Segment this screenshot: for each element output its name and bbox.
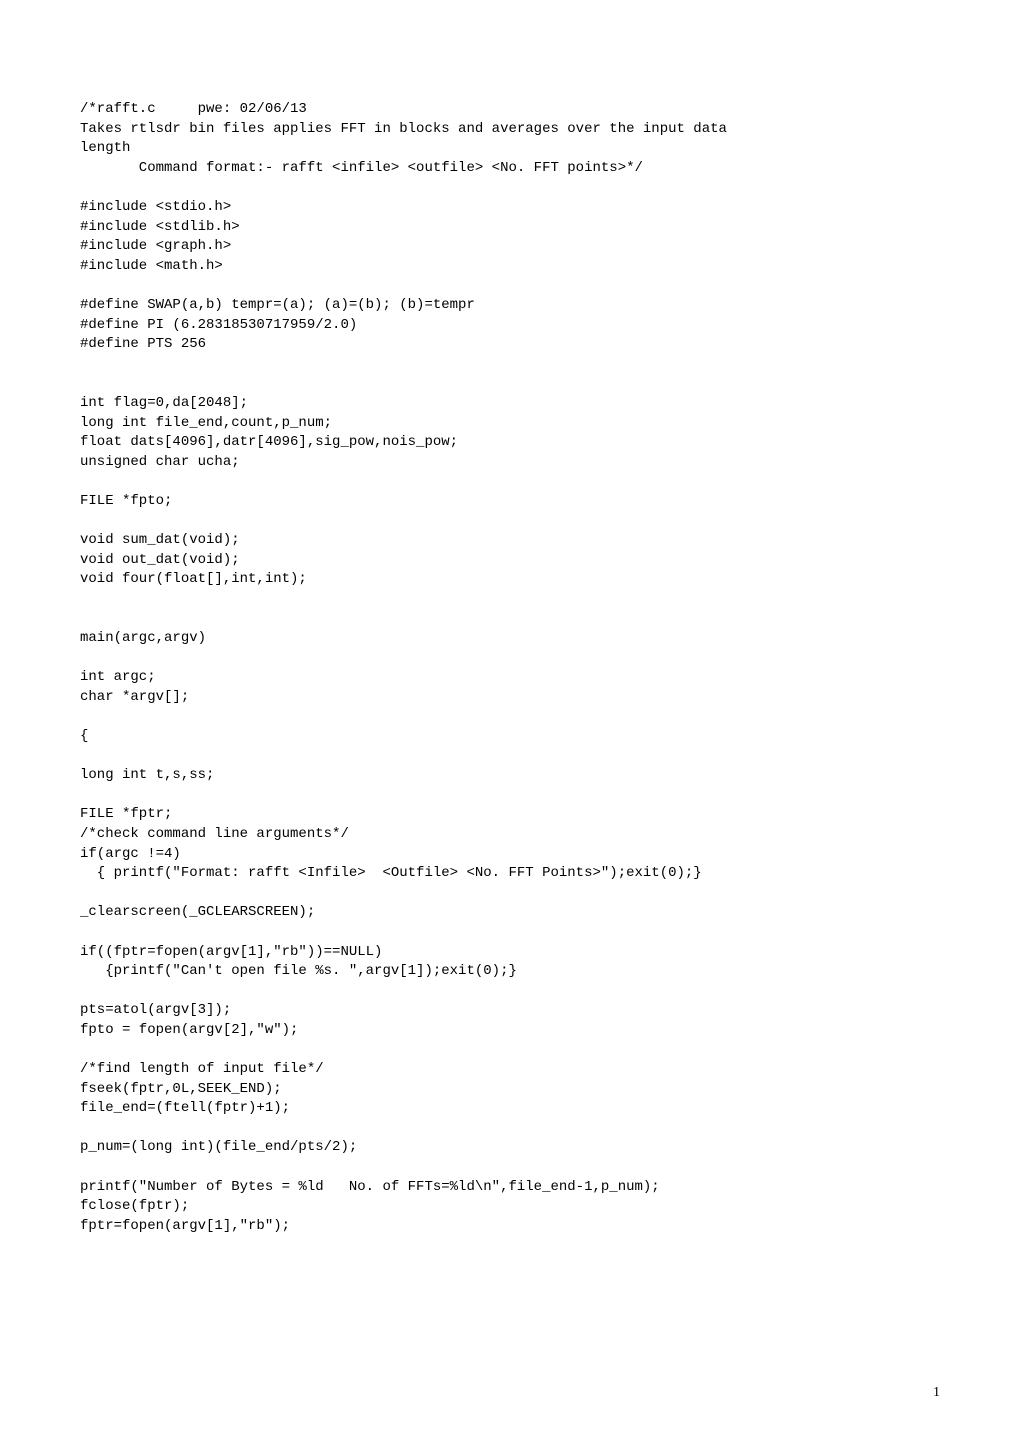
code-line: Takes rtlsdr bin files applies FFT in bl… — [80, 121, 727, 137]
document-page: /*rafft.c pwe: 02/06/13 Takes rtlsdr bin… — [0, 0, 1020, 1443]
code-line: long int file_end,count,p_num; — [80, 415, 332, 431]
code-line: p_num=(long int)(file_end/pts/2); — [80, 1139, 357, 1155]
code-line: /*rafft.c pwe: 02/06/13 — [80, 101, 307, 117]
code-line: { printf("Format: rafft <Infile> <Outfil… — [80, 865, 702, 881]
code-line: FILE *fpto; — [80, 493, 172, 509]
code-line: int argc; — [80, 669, 156, 685]
code-line: void four(float[],int,int); — [80, 571, 307, 587]
code-line: unsigned char ucha; — [80, 454, 240, 470]
code-line: #include <stdlib.h> — [80, 219, 240, 235]
code-line: { — [80, 728, 88, 744]
code-line: Command format:- rafft <infile> <outfile… — [80, 160, 643, 176]
code-line: long int t,s,ss; — [80, 767, 214, 783]
code-line: #define PTS 256 — [80, 336, 206, 352]
code-line: FILE *fptr; — [80, 806, 172, 822]
code-line: fpto = fopen(argv[2],"w"); — [80, 1022, 298, 1038]
page-number: 1 — [933, 1383, 940, 1403]
code-line: #include <graph.h> — [80, 238, 231, 254]
code-line: /*check command line arguments*/ — [80, 826, 349, 842]
code-line: /*find length of input file*/ — [80, 1061, 324, 1077]
code-line: printf("Number of Bytes = %ld No. of FFT… — [80, 1179, 660, 1195]
code-line: _clearscreen(_GCLEARSCREEN); — [80, 904, 315, 920]
code-line: main(argc,argv) — [80, 630, 206, 646]
code-line: #include <math.h> — [80, 258, 223, 274]
code-line: char *argv[]; — [80, 689, 189, 705]
code-line: {printf("Can't open file %s. ",argv[1]);… — [80, 963, 517, 979]
code-line: int flag=0,da[2048]; — [80, 395, 248, 411]
code-line: void out_dat(void); — [80, 552, 240, 568]
code-content: /*rafft.c pwe: 02/06/13 Takes rtlsdr bin… — [80, 100, 940, 1236]
code-line: fseek(fptr,0L,SEEK_END); — [80, 1081, 282, 1097]
code-line: float dats[4096],datr[4096],sig_pow,nois… — [80, 434, 458, 450]
code-line: if((fptr=fopen(argv[1],"rb"))==NULL) — [80, 944, 382, 960]
code-line: #define PI (6.28318530717959/2.0) — [80, 317, 357, 333]
code-line: if(argc !=4) — [80, 846, 181, 862]
code-line: length — [80, 140, 130, 156]
code-line: fptr=fopen(argv[1],"rb"); — [80, 1218, 290, 1234]
code-line: pts=atol(argv[3]); — [80, 1002, 231, 1018]
code-line: void sum_dat(void); — [80, 532, 240, 548]
code-line: #define SWAP(a,b) tempr=(a); (a)=(b); (b… — [80, 297, 475, 313]
code-line: #include <stdio.h> — [80, 199, 231, 215]
code-line: file_end=(ftell(fptr)+1); — [80, 1100, 290, 1116]
code-line: fclose(fptr); — [80, 1198, 189, 1214]
